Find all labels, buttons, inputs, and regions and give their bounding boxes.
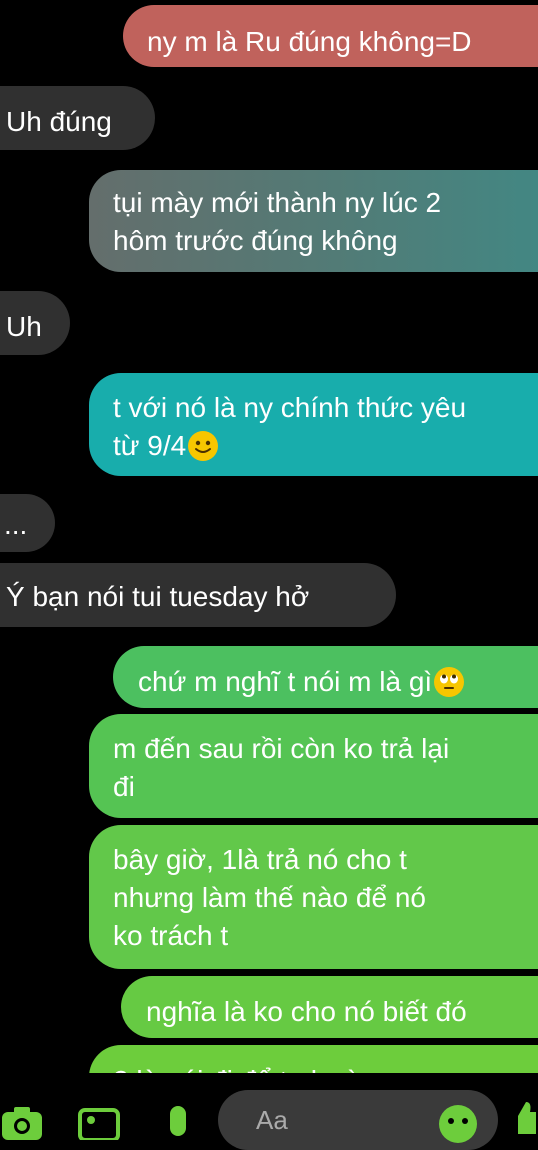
message-incoming[interactable]: Ý bạn nói tui tuesday hở: [0, 563, 396, 627]
message-text-line: hôm trước đúng không: [113, 225, 398, 256]
emoji-icon[interactable]: [438, 1104, 478, 1149]
message-incoming[interactable]: ...: [0, 494, 55, 552]
like-icon[interactable]: [512, 1100, 538, 1140]
message-text-line: tụi mày mới thành ny lúc 2: [113, 187, 442, 218]
message-text: chứ m nghĩ t nói m là gì: [138, 666, 433, 697]
message-text: nghĩa là ko cho nó biết đó: [146, 996, 467, 1027]
message-incoming[interactable]: Uh: [0, 291, 70, 355]
message-outgoing[interactable]: m đến sau rồi còn ko trả lại đi: [89, 714, 538, 818]
slightly-smiling-face-icon: [188, 430, 219, 461]
message-text-line: từ 9/4: [113, 427, 538, 465]
camera-icon[interactable]: [0, 1104, 44, 1145]
message-text: Uh đúng: [6, 106, 112, 137]
message-text-line: nhưng làm thế nào để nó: [113, 882, 426, 913]
message-text: Uh: [6, 311, 42, 342]
message-text: Ý bạn nói tui tuesday hở: [6, 581, 310, 612]
message-text-line: t với nó là ny chính thức yêu: [113, 392, 467, 423]
message-text: ny m là Ru đúng không=D: [147, 26, 472, 57]
message-outgoing[interactable]: chứ m nghĩ t nói m là gì: [113, 646, 538, 708]
gallery-icon[interactable]: [78, 1108, 120, 1145]
microphone-icon[interactable]: [166, 1104, 190, 1143]
message-text: ...: [4, 509, 28, 540]
message-outgoing[interactable]: ny m là Ru đúng không=D: [123, 5, 538, 67]
message-outgoing[interactable]: tụi mày mới thành ny lúc 2 hôm trước đún…: [89, 170, 538, 272]
message-outgoing[interactable]: nghĩa là ko cho nó biết đó: [121, 976, 538, 1038]
message-text-line: ko trách t: [113, 920, 229, 951]
message-text-line: m đến sau rồi còn ko trả lại: [113, 733, 450, 764]
message-text-line: đi: [113, 771, 135, 802]
rolling-eyes-face-icon: [434, 666, 465, 697]
message-outgoing[interactable]: t với nó là ny chính thức yêu từ 9/4: [89, 373, 538, 476]
message-text: từ 9/4: [113, 430, 187, 461]
message-input-placeholder: Aa: [256, 1105, 288, 1135]
message-outgoing[interactable]: bây giờ, 1là trả nó cho t nhưng làm thế …: [89, 825, 538, 969]
message-text-line: bây giờ, 1là trả nó cho t: [113, 844, 407, 875]
message-incoming[interactable]: Uh đúng: [0, 86, 155, 150]
